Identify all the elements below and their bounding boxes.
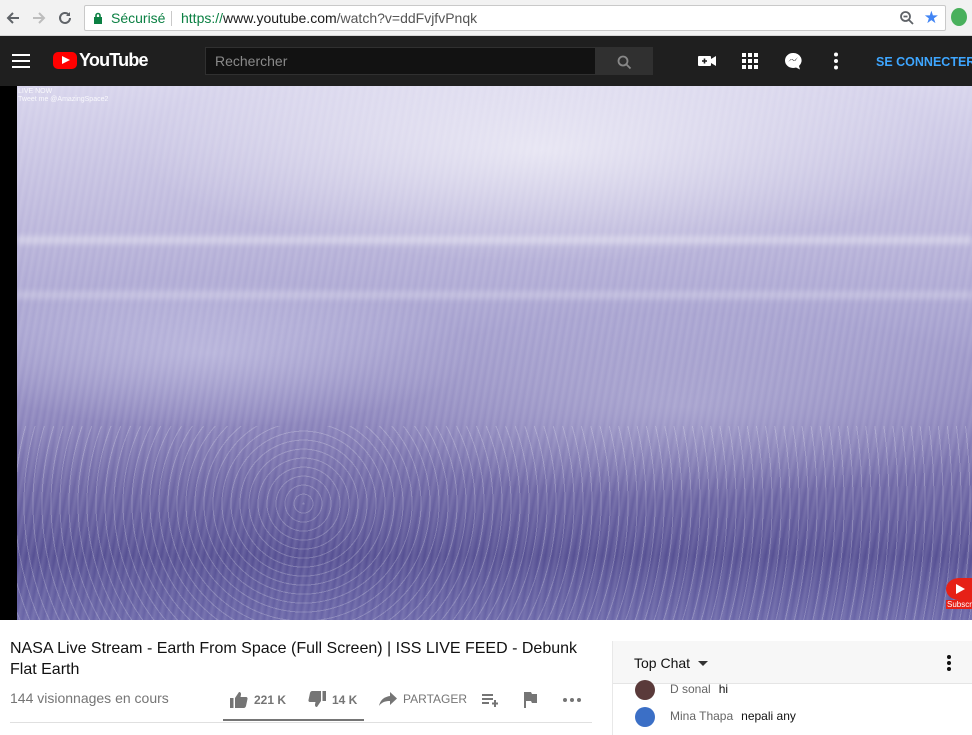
zoom-icon[interactable] <box>899 10 915 26</box>
avatar[interactable] <box>635 707 655 727</box>
chat-menu-icon[interactable] <box>947 655 951 671</box>
share-button[interactable]: PARTAGER <box>379 691 467 706</box>
chat-header: Top Chat <box>613 641 972 684</box>
star-icon[interactable]: ★ <box>924 9 939 27</box>
avatar[interactable] <box>635 680 655 700</box>
view-count: 144 visionnages en cours <box>10 690 169 706</box>
youtube-logo-icon[interactable] <box>53 52 77 69</box>
search-icon <box>617 55 632 70</box>
play-icon <box>946 578 972 600</box>
search-input[interactable] <box>205 47 595 75</box>
thumbs-up-icon <box>230 692 248 708</box>
menu-icon[interactable] <box>12 54 30 68</box>
cloud-streak <box>17 291 972 299</box>
share-arrow-icon <box>379 691 397 706</box>
like-ratio-fill <box>223 719 356 721</box>
video-title: NASA Live Stream - Earth From Space (Ful… <box>10 640 578 678</box>
live-chat: Top Chat D sonal hi Mina Thapa nepali any <box>612 641 972 735</box>
subscribe-watermark[interactable]: Subscribe <box>946 578 972 610</box>
chat-mode-dropdown[interactable]: Top Chat <box>634 655 690 671</box>
sentiment-bar <box>223 719 364 721</box>
lock-icon <box>94 12 102 24</box>
signin-button[interactable]: SE CONNECTER <box>876 55 972 69</box>
chat-message: Mina Thapa nepali any <box>635 707 796 727</box>
dislike-button[interactable]: 14 K <box>308 691 357 708</box>
kebab-icon[interactable] <box>826 52 846 70</box>
chevron-down-icon[interactable] <box>698 661 708 666</box>
apps-grid-icon[interactable] <box>740 52 760 70</box>
url-text[interactable]: https://www.youtube.com/watch?v=ddFvjfvP… <box>181 10 477 26</box>
divider <box>10 722 592 723</box>
playlist-add-icon[interactable] <box>482 693 499 707</box>
chat-bubble-icon[interactable] <box>783 52 803 70</box>
back-icon[interactable] <box>4 9 22 27</box>
more-icon[interactable] <box>563 698 581 702</box>
search-button[interactable] <box>595 47 653 75</box>
thumbs-down-icon <box>308 691 326 707</box>
divider <box>171 11 172 26</box>
forward-icon[interactable] <box>30 9 48 27</box>
cloud-texture <box>17 426 972 620</box>
address-bar[interactable]: Sécurisé https://www.youtube.com/watch?v… <box>84 5 946 31</box>
video-overlay-text: LIVE NOW Tweet me @AmazingSpace2 <box>18 88 109 103</box>
video-frame[interactable] <box>17 86 972 620</box>
cloud-streak <box>17 236 972 244</box>
like-button[interactable]: 221 K <box>230 691 286 708</box>
youtube-wordmark[interactable]: YouTube <box>79 50 149 71</box>
masthead: YouTube SE CONNECTER <box>0 36 972 86</box>
browser-toolbar: Sécurisé https://www.youtube.com/watch?v… <box>0 0 972 36</box>
flag-icon[interactable] <box>524 692 537 708</box>
extension-icon[interactable] <box>951 8 967 26</box>
reload-icon[interactable] <box>56 9 74 27</box>
secure-label: Sécurisé <box>111 10 166 26</box>
video-player[interactable]: LIVE NOW Tweet me @AmazingSpace2 Subscri… <box>0 86 972 620</box>
chat-message: D sonal hi <box>635 680 728 700</box>
video-camera-plus-icon[interactable] <box>697 52 717 70</box>
